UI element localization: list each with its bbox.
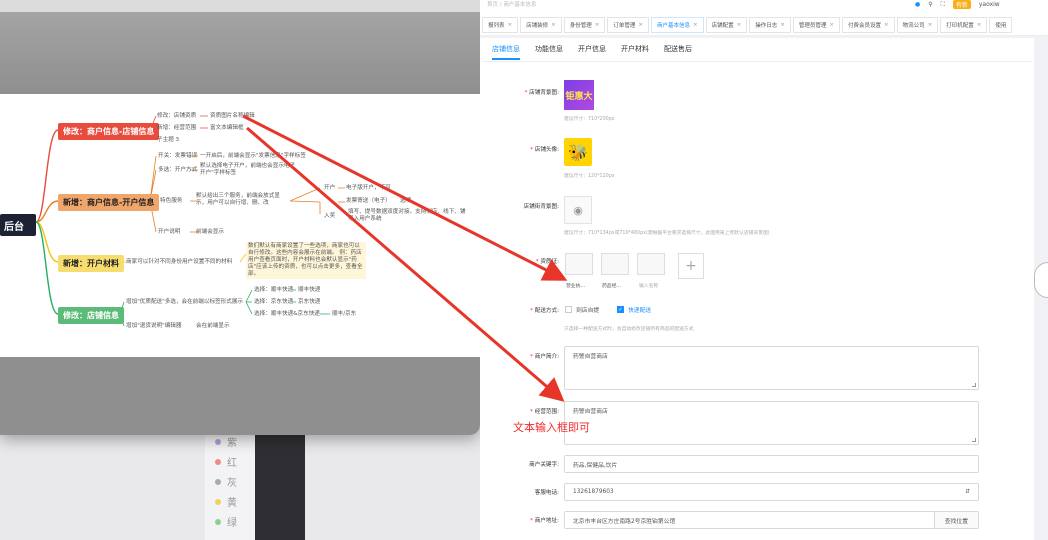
arrow-to-scope <box>246 126 565 402</box>
arrow-to-qualification <box>242 114 568 281</box>
annotation-arrows <box>242 114 568 402</box>
